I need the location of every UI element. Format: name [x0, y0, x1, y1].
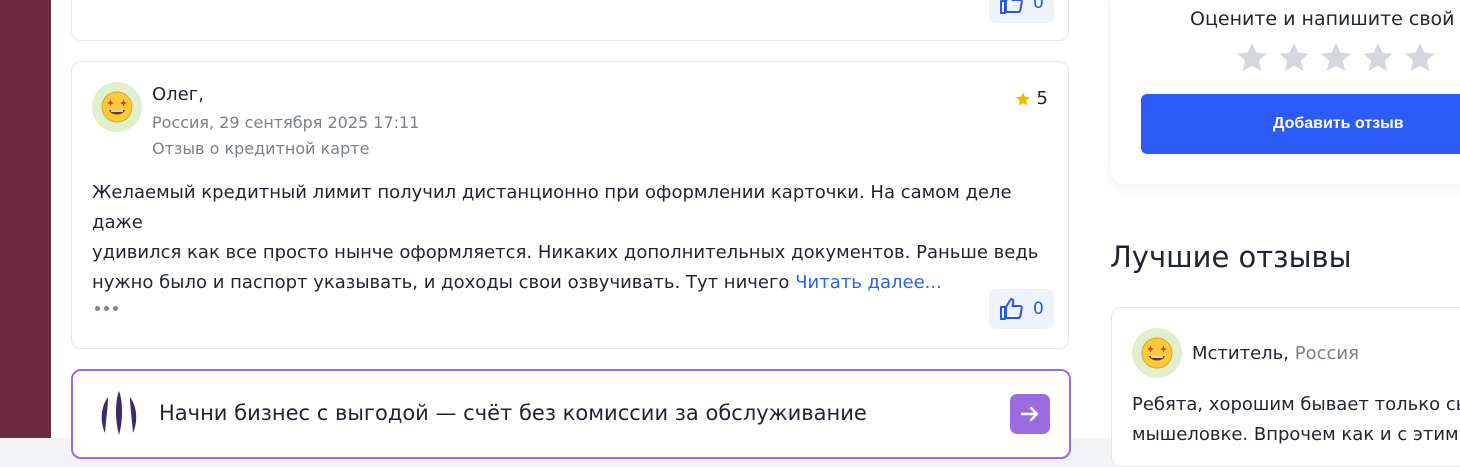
best-reviews-heading: Лучшие отзывы — [1110, 240, 1352, 274]
star-rating-input[interactable] — [1235, 40, 1437, 74]
like-button[interactable]: 0 — [989, 0, 1054, 23]
star-icon[interactable] — [1361, 40, 1395, 74]
review-text-line: Желаемый кредитный лимит получил дистанц… — [92, 182, 1012, 233]
like-count: 0 — [1033, 0, 1044, 13]
avatar-emoji-icon — [101, 91, 133, 123]
review-meta: Россия, 29 сентября 2025 17:11 — [152, 113, 420, 132]
star-icon[interactable] — [1277, 40, 1311, 74]
best-author-name: Мститель, — [1192, 343, 1290, 364]
previous-review-card: 0 — [71, 0, 1069, 41]
review-text-line: нужно было и паспорт указывать, и доходы… — [92, 272, 790, 293]
review-type: Отзыв о кредитной карте — [152, 139, 370, 158]
avatar-emoji-icon — [1141, 337, 1173, 369]
arrow-right-icon — [1020, 406, 1039, 422]
rate-panel: Оцените и напишите свой от Добавить отзы… — [1111, 0, 1460, 184]
bank-logo-icon — [101, 391, 137, 435]
left-side-strip — [0, 0, 51, 438]
review-text-line: удивился как все просто нынче оформляетс… — [92, 242, 1039, 263]
star-icon[interactable] — [1403, 40, 1437, 74]
star-icon — [1015, 91, 1030, 106]
best-review-text-line: мышеловке. Впрочем как и с этим б — [1132, 424, 1460, 445]
promo-text: Начни бизнес с выгодой — счёт без комисс… — [159, 401, 867, 425]
best-review-text: Ребята, хорошим бывает только сыр мышело… — [1132, 390, 1460, 450]
rating-value: 5 — [1036, 88, 1048, 109]
best-review-text-line: Ребята, хорошим бывает только сыр — [1132, 394, 1460, 415]
promo-banner[interactable]: Начни бизнес с выгодой — счёт без комисс… — [71, 369, 1071, 459]
more-dots-icon[interactable] — [95, 306, 118, 311]
rate-title: Оцените и напишите свой от — [1190, 8, 1460, 30]
star-icon[interactable] — [1319, 40, 1353, 74]
review-rating: 5 — [1015, 88, 1048, 109]
star-icon[interactable] — [1235, 40, 1269, 74]
promo-arrow-button[interactable] — [1010, 394, 1050, 434]
avatar — [1132, 328, 1182, 378]
read-more-link[interactable]: Читать далее... — [795, 272, 942, 293]
thumbs-up-icon — [1000, 298, 1023, 320]
best-review-card[interactable]: Мститель, Россия Ребята, хорошим бывает … — [1111, 307, 1460, 467]
thumbs-up-icon — [1000, 0, 1023, 14]
avatar — [92, 82, 142, 132]
add-review-label: Добавить отзыв — [1273, 115, 1404, 132]
like-count: 0 — [1033, 299, 1044, 319]
like-button[interactable]: 0 — [989, 289, 1054, 329]
review-card: Олег, Россия, 29 сентября 2025 17:11 Отз… — [71, 61, 1069, 349]
best-review-author: Мститель, Россия — [1192, 343, 1359, 364]
review-author: Олег, — [152, 84, 204, 105]
add-review-button[interactable]: Добавить отзыв — [1141, 94, 1460, 154]
best-author-country: Россия — [1294, 343, 1359, 364]
review-text: Желаемый кредитный лимит получил дистанц… — [92, 178, 1052, 298]
